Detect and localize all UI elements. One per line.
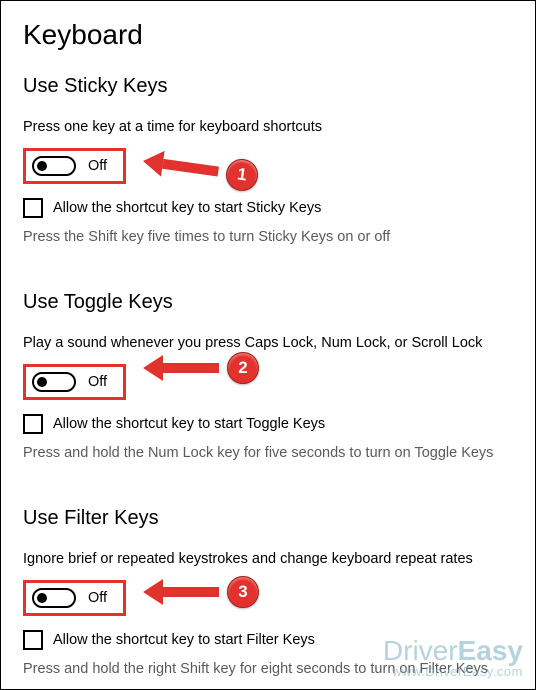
toggle-filter-keys[interactable]: Off bbox=[23, 580, 126, 616]
desc-sticky-keys: Press one key at a time for keyboard sho… bbox=[23, 118, 513, 138]
toggle-toggle-state: Off bbox=[88, 374, 107, 390]
heading-toggle-keys: Use Toggle Keys bbox=[23, 291, 513, 314]
toggle-switch-icon bbox=[32, 372, 76, 392]
checkbox-sticky-shortcut[interactable]: Allow the shortcut key to start Sticky K… bbox=[23, 198, 513, 218]
checkbox-icon bbox=[23, 630, 43, 650]
toggle-toggle-keys[interactable]: Off bbox=[23, 364, 126, 400]
section-sticky-keys: Use Sticky Keys Press one key at a time … bbox=[23, 75, 513, 247]
section-toggle-keys: Use Toggle Keys Play a sound whenever yo… bbox=[23, 291, 513, 463]
checkbox-filter-label: Allow the shortcut key to start Filter K… bbox=[53, 632, 315, 648]
checkbox-toggle-label: Allow the shortcut key to start Toggle K… bbox=[53, 416, 325, 432]
settings-page: Keyboard Use Sticky Keys Press one key a… bbox=[1, 1, 535, 679]
heading-sticky-keys: Use Sticky Keys bbox=[23, 75, 513, 98]
toggle-switch-icon bbox=[32, 588, 76, 608]
desc-toggle-keys: Play a sound whenever you press Caps Loc… bbox=[23, 334, 513, 354]
checkbox-filter-shortcut[interactable]: Allow the shortcut key to start Filter K… bbox=[23, 630, 513, 650]
checkbox-icon bbox=[23, 198, 43, 218]
toggle-sticky-keys[interactable]: Off bbox=[23, 148, 126, 184]
desc-filter-keys: Ignore brief or repeated keystrokes and … bbox=[23, 550, 513, 570]
checkbox-toggle-shortcut[interactable]: Allow the shortcut key to start Toggle K… bbox=[23, 414, 513, 434]
hint-filter-keys: Press and hold the right Shift key for e… bbox=[23, 660, 513, 680]
page-title: Keyboard bbox=[23, 19, 513, 51]
toggle-switch-icon bbox=[32, 156, 76, 176]
hint-toggle-keys: Press and hold the Num Lock key for five… bbox=[23, 444, 513, 464]
section-filter-keys: Use Filter Keys Ignore brief or repeated… bbox=[23, 507, 513, 679]
toggle-filter-state: Off bbox=[88, 590, 107, 606]
toggle-sticky-state: Off bbox=[88, 158, 107, 174]
checkbox-icon bbox=[23, 414, 43, 434]
checkbox-sticky-label: Allow the shortcut key to start Sticky K… bbox=[53, 200, 321, 216]
hint-sticky-keys: Press the Shift key five times to turn S… bbox=[23, 228, 513, 248]
heading-filter-keys: Use Filter Keys bbox=[23, 507, 513, 530]
